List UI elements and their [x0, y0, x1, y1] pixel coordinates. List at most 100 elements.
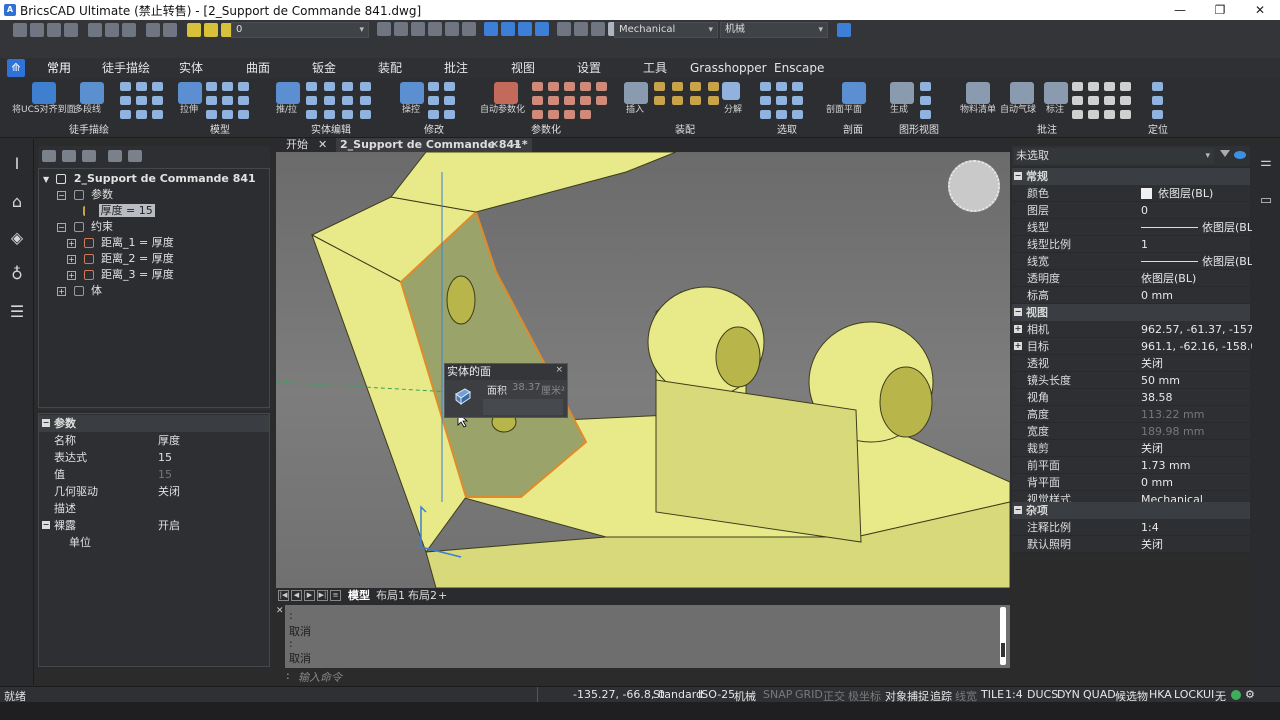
save-icon[interactable]: [47, 23, 61, 37]
intersect-icon[interactable]: [342, 82, 353, 91]
union-icon[interactable]: [306, 82, 317, 91]
prop-row[interactable]: 透明度 依图层(BL): [1012, 270, 1250, 287]
polygon-icon[interactable]: [136, 82, 147, 91]
pattern-icon[interactable]: [596, 96, 607, 105]
param-value[interactable]: 15: [158, 449, 172, 466]
command-input[interactable]: 输入命令: [298, 669, 342, 685]
prop-row[interactable]: 透视 关闭: [1012, 355, 1250, 372]
locate-icon[interactable]: [1152, 82, 1163, 91]
prop-row[interactable]: 颜色 依图层(BL): [1012, 185, 1250, 202]
prop-value[interactable]: 0 mm: [1141, 287, 1173, 304]
close-icon[interactable]: ✕: [490, 138, 499, 152]
point-annot-icon[interactable]: [1104, 82, 1115, 91]
layout-list-icon[interactable]: ≡: [330, 590, 341, 601]
prop-value[interactable]: 依图层(BL): [1202, 253, 1257, 270]
text-cursor-icon[interactable]: I: [6, 153, 28, 175]
component-edit-icon[interactable]: [690, 82, 701, 91]
category-general[interactable]: − 常规: [1012, 168, 1250, 185]
layer-tools-icon[interactable]: [394, 22, 408, 36]
prop-value[interactable]: 关闭: [1141, 536, 1163, 553]
perpendicular-constraint-icon[interactable]: [564, 110, 575, 119]
field-icon[interactable]: [1120, 96, 1131, 105]
component-localize-icon[interactable]: [654, 96, 665, 105]
wedge-icon[interactable]: [222, 96, 233, 105]
component-explode-icon[interactable]: [672, 96, 683, 105]
text-icon[interactable]: [1120, 82, 1131, 91]
prop-row[interactable]: 图层 0: [1012, 202, 1250, 219]
arc-icon[interactable]: [120, 96, 131, 105]
table-annot-icon[interactable]: [1120, 110, 1131, 119]
select-edges-icon[interactable]: [792, 82, 803, 91]
tab-layout1[interactable]: 布局1: [376, 588, 405, 603]
rigid-set-icon[interactable]: [532, 110, 543, 119]
close-button[interactable]: ✕: [1240, 0, 1280, 20]
eraser-icon[interactable]: [574, 22, 588, 36]
prop-value[interactable]: 关闭: [1141, 355, 1163, 372]
prev-layout-icon[interactable]: ◀: [291, 590, 302, 601]
select-crossing-icon[interactable]: [776, 110, 787, 119]
collapse-icon[interactable]: −: [57, 190, 66, 200]
imprint-icon[interactable]: [360, 96, 371, 105]
select-boundary-icon[interactable]: [760, 96, 771, 105]
layout-icon[interactable]: [557, 22, 571, 36]
status-hka[interactable]: HKA: [1149, 688, 1172, 701]
prop-row[interactable]: 裁剪 关闭: [1012, 440, 1250, 457]
explode-icon[interactable]: [722, 82, 740, 100]
select-faces-icon[interactable]: [776, 82, 787, 91]
check-icon[interactable]: [360, 110, 371, 119]
tab-settings[interactable]: 设置: [577, 58, 601, 78]
detail-view-icon[interactable]: [920, 110, 931, 119]
tab-layout2[interactable]: 布局2: [408, 588, 437, 603]
prop-row[interactable]: 线型比例 1: [1012, 236, 1250, 253]
box-icon[interactable]: [206, 82, 217, 91]
selection-dropdown[interactable]: 未选取 ▾: [1014, 148, 1214, 164]
dimension-icon[interactable]: [1044, 82, 1068, 104]
expand-icon[interactable]: +: [57, 286, 66, 296]
bom-icon[interactable]: [966, 82, 990, 104]
layer-dropdown[interactable]: 0 ▾: [231, 22, 369, 38]
sphere-icon[interactable]: [206, 96, 217, 105]
save-as-icon[interactable]: [64, 23, 78, 37]
distance-constraint-icon[interactable]: [532, 96, 543, 105]
collapse-icon[interactable]: −: [42, 419, 50, 427]
radius-constraint-icon[interactable]: [564, 96, 575, 105]
param-row[interactable]: 几何驱动 关闭: [39, 483, 269, 500]
select-cycle-icon[interactable]: [792, 110, 803, 119]
sliders-icon[interactable]: ⚌: [1259, 156, 1273, 170]
status-quad[interactable]: QUAD: [1083, 688, 1116, 701]
first-layout-icon[interactable]: |◀: [278, 590, 289, 601]
cylinder-icon[interactable]: [222, 82, 233, 91]
parallel-constraint-icon[interactable]: [580, 82, 591, 91]
category-view[interactable]: − 视图: [1012, 304, 1250, 321]
rotate-icon[interactable]: [428, 96, 439, 105]
prop-row[interactable]: 前平面 1.73 mm: [1012, 457, 1250, 474]
prop-row[interactable]: 线型 依图层(BL): [1012, 219, 1257, 236]
center-mark-icon[interactable]: [1088, 82, 1099, 91]
shell-icon[interactable]: [324, 96, 335, 105]
structure-tree-icon[interactable]: ☰: [6, 301, 28, 323]
status-settings-icon[interactable]: ⚙: [1245, 688, 1255, 701]
prop-row[interactable]: + 相机 962.57, -61.37, -157.61: [1012, 321, 1271, 338]
status-ok-icon[interactable]: [1231, 690, 1241, 700]
minimize-button[interactable]: —: [1160, 0, 1200, 20]
ordinate-dim-icon[interactable]: [1104, 110, 1115, 119]
component-pattern-icon[interactable]: [690, 96, 701, 105]
home-icon[interactable]: ⌂: [6, 191, 28, 213]
tree-node-params[interactable]: − 参数: [57, 187, 113, 203]
prop-row[interactable]: 标高 0 mm: [1012, 287, 1250, 304]
status-tile[interactable]: TILE: [981, 688, 1004, 701]
tab-assembly[interactable]: 装配: [378, 58, 402, 78]
expand-icon[interactable]: +: [67, 238, 76, 248]
collapse-icon[interactable]: −: [1014, 172, 1022, 180]
scale-icon[interactable]: [428, 110, 439, 119]
sweep-icon[interactable]: [222, 110, 233, 119]
polyline-icon[interactable]: [80, 82, 104, 104]
prop-value[interactable]: 依图层(BL): [1202, 219, 1257, 236]
cone-icon[interactable]: [238, 82, 249, 91]
revolve-icon[interactable]: [206, 110, 217, 119]
layer-isolate-icon[interactable]: [411, 22, 425, 36]
tab-solid[interactable]: 实体: [179, 58, 203, 78]
param-row[interactable]: 名称 厚度: [39, 432, 269, 449]
tree-node-distance-3[interactable]: + 距离_3 = 厚度: [67, 267, 174, 283]
select-filter-icon[interactable]: [776, 96, 787, 105]
